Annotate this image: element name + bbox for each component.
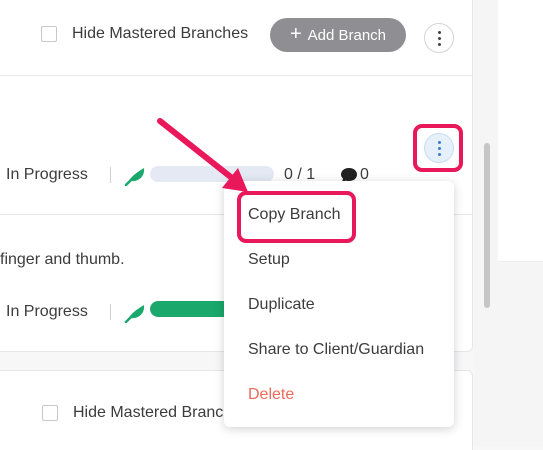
annotation-arrow bbox=[157, 118, 248, 192]
